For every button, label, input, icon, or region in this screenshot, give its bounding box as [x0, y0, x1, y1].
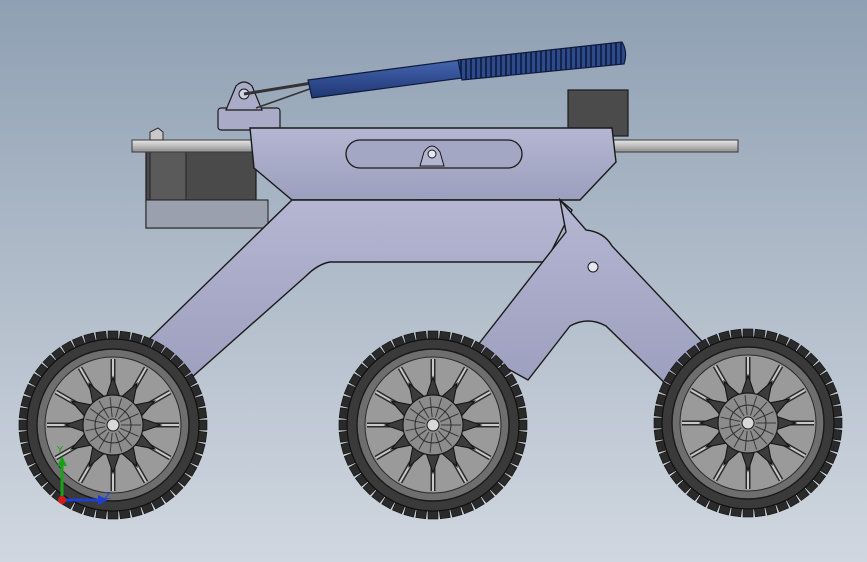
- handle-mount-base: [217, 107, 281, 131]
- wheels-group: [18, 328, 843, 520]
- handle-shaft: [307, 59, 463, 99]
- bogie-pivot-hole: [587, 261, 599, 273]
- robot-model: Y Z: [18, 41, 843, 520]
- axle-cap: [426, 418, 440, 432]
- rail-clip: [149, 127, 164, 141]
- tread-lug: [107, 510, 119, 520]
- tread-lug: [427, 510, 439, 520]
- axle-cap: [106, 418, 120, 432]
- handle-link-rod: [243, 80, 319, 96]
- slot-tab-hole: [427, 149, 437, 159]
- tread-lug: [518, 419, 528, 431]
- wheel-rear: [653, 328, 843, 518]
- tread-lug: [742, 508, 754, 518]
- electronics-box-face: [149, 151, 187, 201]
- tread-lug: [198, 419, 208, 431]
- triad-z-label: Z: [104, 491, 111, 502]
- triad-x-origin: [58, 496, 66, 504]
- tread-lug: [427, 330, 439, 340]
- tread-lug: [653, 417, 663, 429]
- cad-viewport[interactable]: Y Z: [0, 0, 867, 562]
- triad-y-label: Y: [56, 445, 64, 456]
- wheel-front: [18, 330, 208, 520]
- tread-lug: [338, 419, 348, 431]
- tread-lug: [833, 417, 843, 429]
- electronics-box-lower-plate: [145, 199, 269, 229]
- handle-grip: [457, 41, 627, 81]
- tread-lug: [18, 419, 28, 431]
- wheel-middle: [338, 330, 528, 520]
- axle-cap: [741, 416, 755, 430]
- tread-lug: [107, 330, 119, 340]
- tread-lug: [742, 328, 754, 338]
